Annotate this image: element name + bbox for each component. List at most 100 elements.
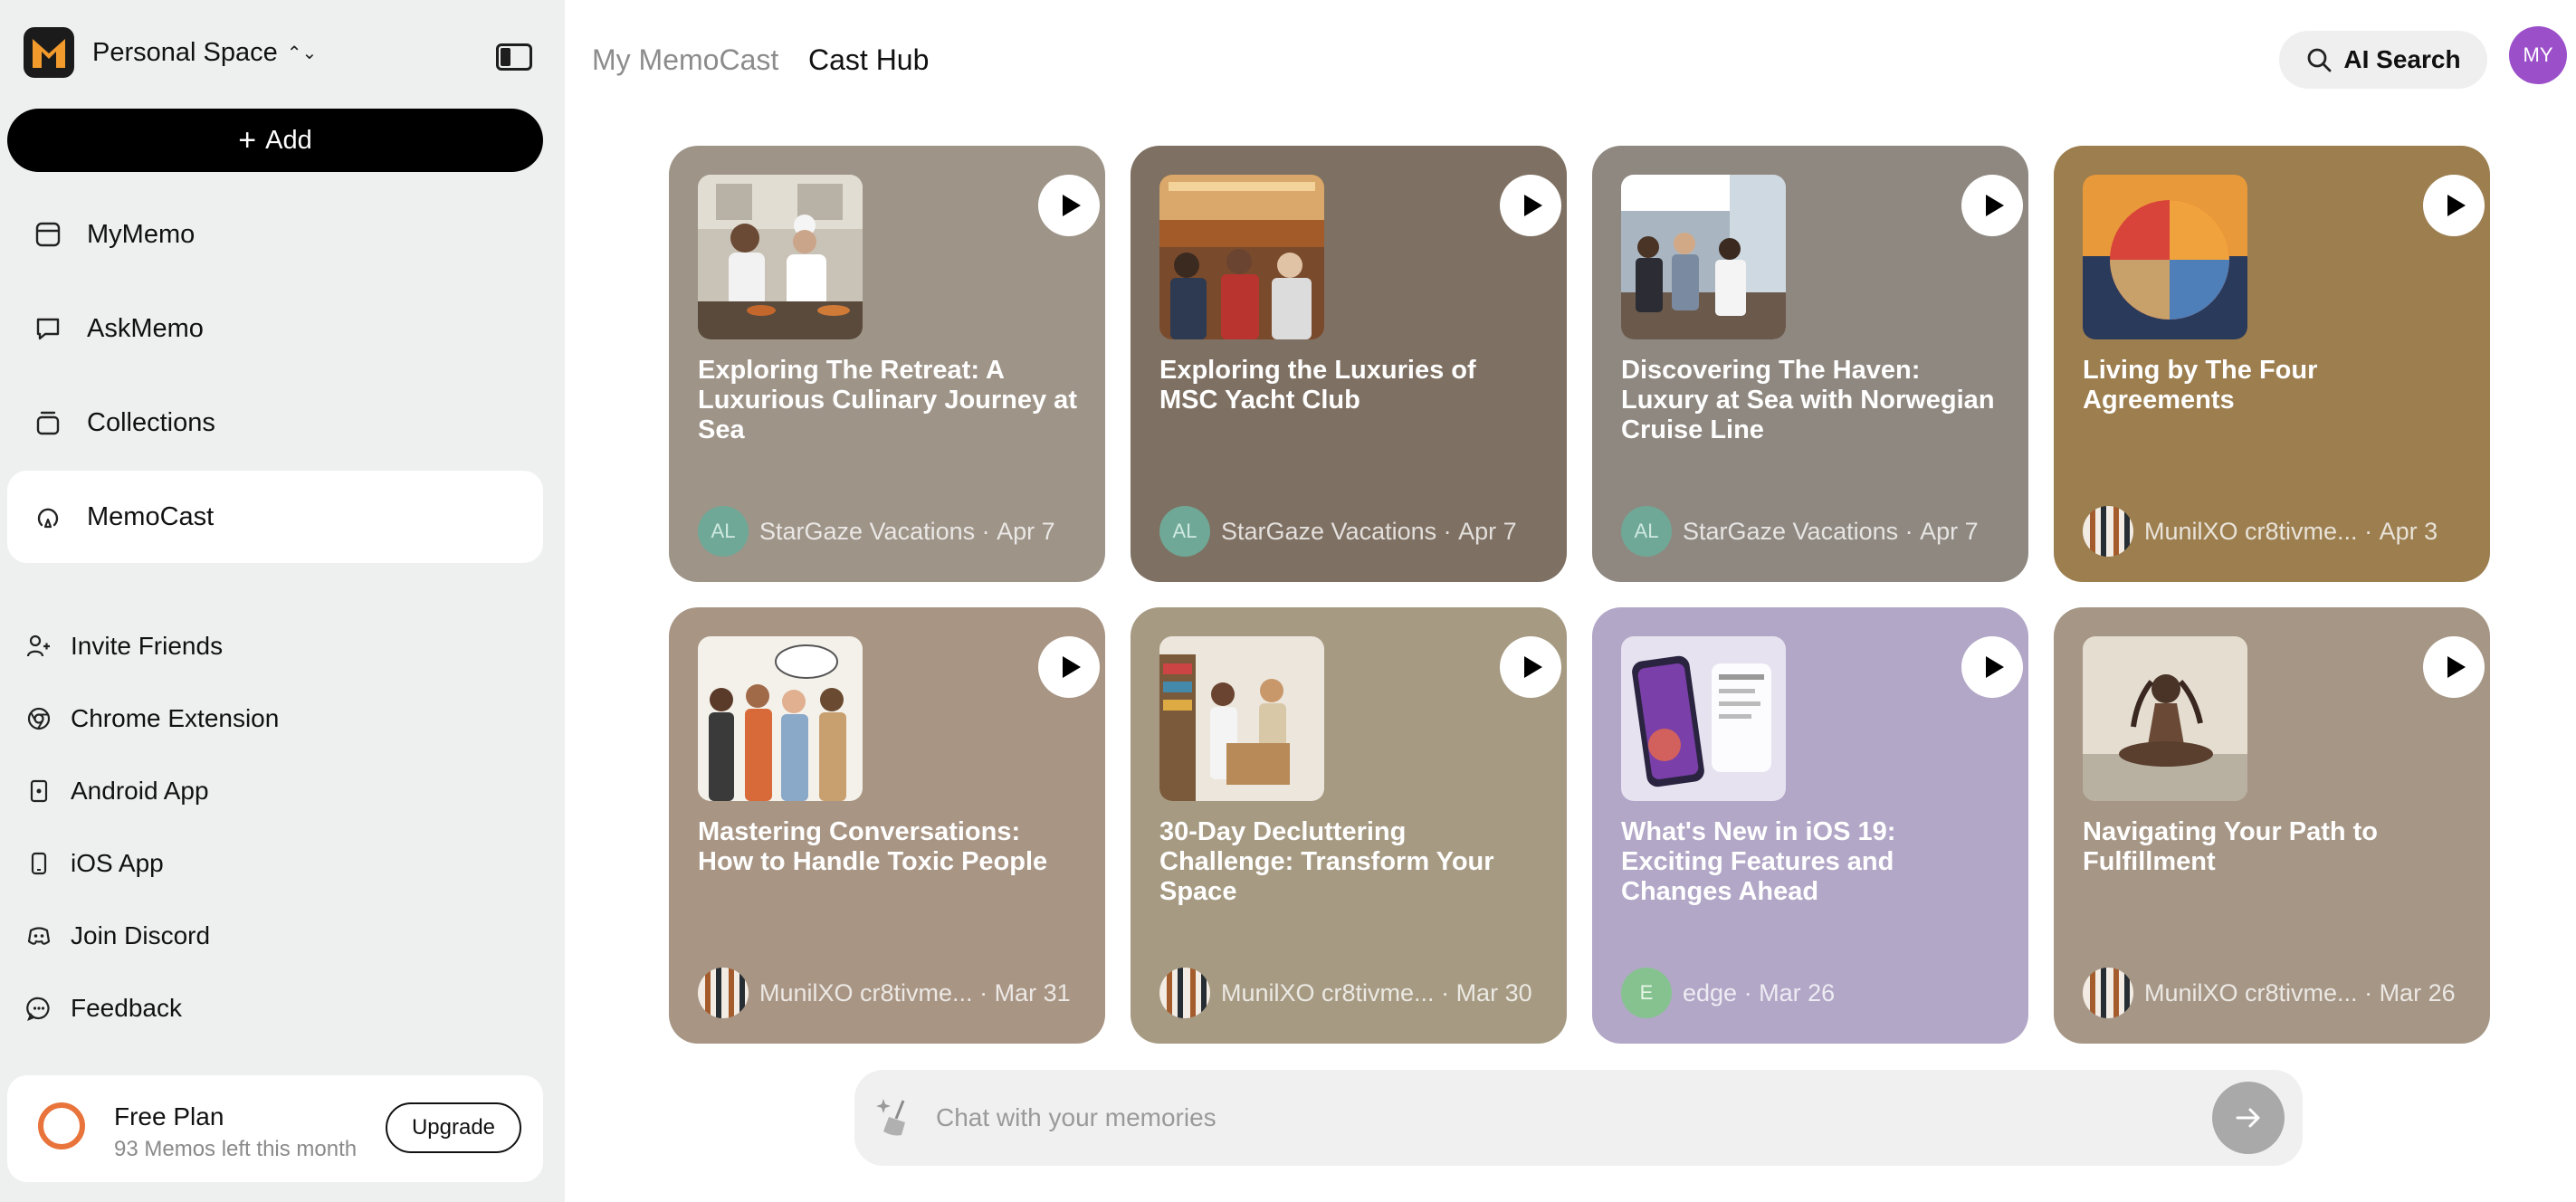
search-icon [2305, 46, 2333, 73]
ai-search-label: AI Search [2343, 45, 2461, 73]
sidebar-item-askmemo[interactable]: AskMemo [7, 282, 543, 375]
sidebar-link-invite-friends[interactable]: Invite Friends [25, 624, 223, 669]
chrome-icon [25, 705, 52, 732]
play-button[interactable] [1500, 636, 1561, 698]
sidebar-toggle-icon[interactable] [496, 43, 532, 71]
card-date: Apr 3 [2379, 517, 2438, 545]
card-meta: MunilXO cr8tivme... · Mar 30 [1159, 968, 1532, 1018]
memocast-card[interactable]: Exploring the Luxuries of MSC Yacht Club… [1131, 146, 1567, 582]
card-meta: AL StarGaze Vacations · Apr 7 [1159, 506, 1517, 557]
card-date: Apr 7 [1458, 517, 1517, 545]
card-author: MunilXO cr8tivme... [759, 978, 973, 1006]
tab-cast-hub[interactable]: Cast Hub [808, 43, 929, 77]
user-avatar[interactable]: MY [2509, 26, 2567, 84]
sidebar-item-mymemo[interactable]: MyMemo [7, 188, 543, 281]
card-meta: AL StarGaze Vacations · Apr 7 [698, 506, 1055, 557]
sidebar-link-label: iOS App [71, 849, 164, 877]
card-author: StarGaze Vacations [1683, 517, 1899, 545]
play-button[interactable] [1500, 175, 1561, 236]
play-button[interactable] [2423, 636, 2485, 698]
card-author: StarGaze Vacations [759, 517, 976, 545]
plan-subtitle: 93 Memos left this month [114, 1137, 358, 1161]
sidebar-link-chrome-extension[interactable]: Chrome Extension [25, 696, 279, 741]
memocast-card[interactable]: Exploring The Retreat: A Luxurious Culin… [669, 146, 1105, 582]
sidebar-link-feedback[interactable]: Feedback [25, 986, 182, 1031]
play-button[interactable] [1038, 636, 1100, 698]
card-author: MunilXO cr8tivme... [2144, 517, 2358, 545]
author-avatar: AL [698, 506, 749, 557]
play-button[interactable] [1961, 175, 2023, 236]
card-date: Apr 7 [997, 517, 1055, 545]
play-icon [1985, 656, 2004, 678]
card-thumbnail [698, 636, 863, 801]
sidebar-link-label: Chrome Extension [71, 704, 280, 732]
card-author: MunilXO cr8tivme... [2144, 978, 2358, 1006]
card-thumbnail [698, 175, 863, 339]
play-icon [2447, 195, 2466, 216]
sidebar-item-collections[interactable]: Collections [7, 377, 543, 469]
card-author: edge [1683, 978, 1738, 1006]
chat-input[interactable] [936, 1070, 2113, 1166]
plan-card: Free Plan 93 Memos left this month Upgra… [7, 1075, 543, 1182]
card-meta: MunilXO cr8tivme... · Mar 26 [2083, 968, 2456, 1018]
app-logo [24, 27, 74, 78]
card-author: StarGaze Vacations [1221, 517, 1437, 545]
card-title: Exploring the Luxuries of MSC Yacht Club [1159, 356, 1476, 415]
play-button[interactable] [2423, 175, 2485, 236]
ai-search-button[interactable]: AI Search [2279, 31, 2487, 89]
sidebar-link-join-discord[interactable]: Join Discord [25, 913, 210, 959]
memocast-card[interactable]: Discovering The Haven: Luxury at Sea wit… [1592, 146, 2028, 582]
play-button[interactable] [1961, 636, 2023, 698]
add-button[interactable]: + Add [7, 109, 543, 172]
plan-usage-ring [38, 1102, 85, 1150]
upgrade-button[interactable]: Upgrade [386, 1102, 521, 1153]
memocast-card[interactable]: Mastering Conversations: How to Handle T… [669, 607, 1105, 1044]
card-thumbnail [1621, 636, 1786, 801]
author-avatar [2083, 968, 2133, 1018]
card-title: Discovering The Haven: Luxury at Sea wit… [1621, 356, 1995, 444]
sidebar-link-android-app[interactable]: Android App [25, 768, 209, 814]
android-icon [25, 777, 52, 805]
card-date: Mar 26 [1759, 978, 1836, 1006]
author-avatar [2083, 506, 2133, 557]
card-thumbnail [2083, 175, 2247, 339]
memocast-card[interactable]: What's New in iOS 19: Exciting Features … [1592, 607, 2028, 1044]
space-switcher[interactable]: Personal Space ⌃⌄ [24, 27, 317, 78]
sidebar-link-label: Android App [71, 777, 209, 805]
magic-broom-icon [876, 1095, 918, 1145]
card-date: Mar 31 [994, 978, 1071, 1006]
plan-title: Free Plan [114, 1102, 224, 1130]
card-date: Apr 7 [1920, 517, 1979, 545]
sidebar-item-memocast[interactable]: MemoCast [7, 471, 543, 563]
card-title: What's New in iOS 19: Exciting Features … [1621, 817, 1896, 906]
sidebar-link-label: Feedback [71, 994, 182, 1022]
card-title: Mastering Conversations: How to Handle T… [698, 817, 1048, 876]
collections-icon [34, 409, 62, 436]
tab-my-memocast[interactable]: My MemoCast [592, 43, 778, 77]
add-button-label: Add [265, 125, 312, 155]
play-icon [1523, 195, 1542, 216]
play-button[interactable] [1038, 175, 1100, 236]
card-date: Mar 30 [1455, 978, 1532, 1006]
memocast-card[interactable]: Living by The Four Agreements MunilXO cr… [2054, 146, 2490, 582]
memocast-card[interactable]: Navigating Your Path to Fulfillment Muni… [2054, 607, 2490, 1044]
card-thumbnail [2083, 636, 2247, 801]
author-avatar [698, 968, 749, 1018]
card-thumbnail [1621, 175, 1786, 339]
sidebar-item-label: MemoCast [87, 501, 215, 531]
send-button[interactable] [2212, 1082, 2285, 1154]
author-avatar: E [1621, 968, 1672, 1018]
card-title: Living by The Four Agreements [2083, 356, 2318, 415]
play-icon [1062, 656, 1081, 678]
sidebar-link-label: Invite Friends [71, 632, 224, 660]
author-avatar: AL [1159, 506, 1210, 557]
invite-icon [25, 633, 52, 660]
play-icon [1062, 195, 1081, 216]
play-icon [1985, 195, 2004, 216]
sidebar-link-ios-app[interactable]: iOS App [25, 841, 164, 886]
chat-bubble-icon [34, 315, 62, 342]
sidebar-link-label: Join Discord [71, 921, 211, 949]
memocast-card[interactable]: 30-Day Decluttering Challenge: Transform… [1131, 607, 1567, 1044]
card-title: Navigating Your Path to Fulfillment [2083, 817, 2379, 876]
card-meta: AL StarGaze Vacations · Apr 7 [1621, 506, 1979, 557]
